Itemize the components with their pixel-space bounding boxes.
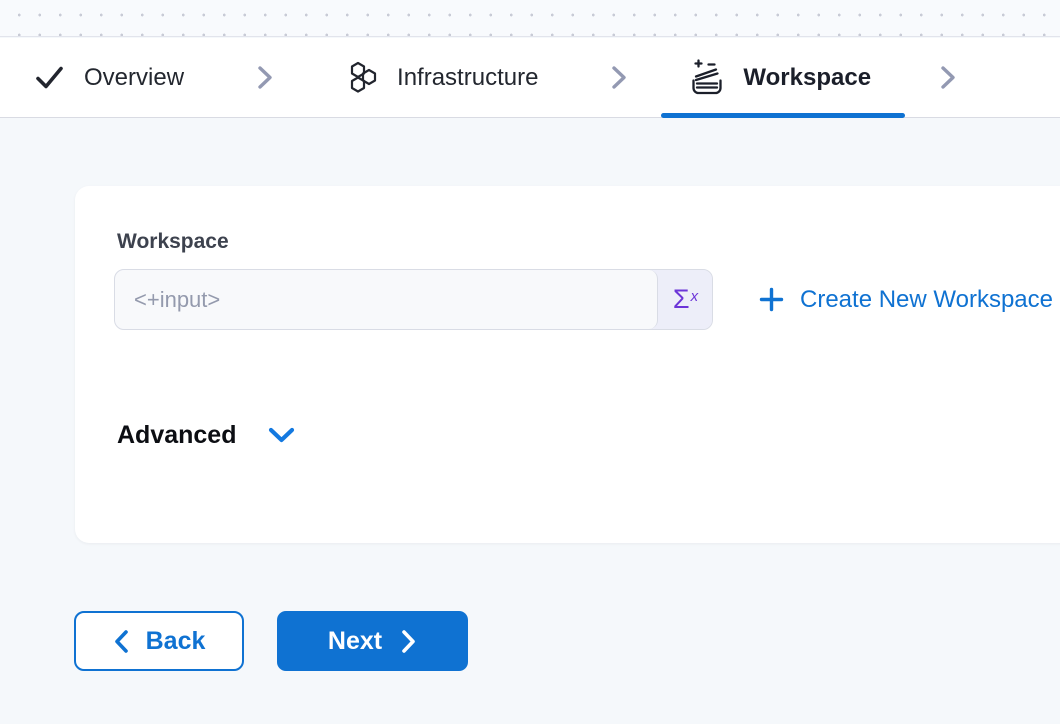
active-tab-underline <box>661 113 905 118</box>
next-label: Next <box>328 627 382 656</box>
chevron-right-icon <box>935 64 960 91</box>
create-new-workspace-link[interactable]: Create New Workspace <box>758 269 1053 330</box>
workspace-form-card: Workspace Σx Create New Workspace Advanc… <box>75 186 1060 543</box>
stack-icon <box>689 59 725 97</box>
wizard-step-bar: Overview Infrastructure <box>0 38 1060 118</box>
plus-icon <box>758 286 785 313</box>
workspace-input-group: Σx <box>114 269 713 330</box>
advanced-label: Advanced <box>117 421 236 450</box>
back-button[interactable]: Back <box>74 611 244 671</box>
chevron-right-icon <box>606 64 631 91</box>
chevron-right-icon <box>252 64 277 91</box>
tab-label: Infrastructure <box>397 64 538 92</box>
canvas-dot-grid <box>0 0 1060 37</box>
next-button[interactable]: Next <box>277 611 468 671</box>
create-new-workspace-label: Create New Workspace <box>800 286 1053 314</box>
advanced-toggle[interactable]: Advanced <box>117 421 297 450</box>
chevron-down-icon <box>266 425 297 446</box>
tab-infrastructure[interactable]: Infrastructure <box>307 38 576 117</box>
chevron-left-icon <box>113 628 130 655</box>
chevron-right-icon <box>400 628 417 655</box>
sigma-icon: Σ <box>673 284 690 315</box>
workspace-input[interactable] <box>115 270 658 329</box>
check-icon <box>33 61 66 94</box>
workspace-field-label: Workspace <box>117 230 229 254</box>
hexagons-icon <box>345 60 379 96</box>
tab-label: Overview <box>84 64 184 92</box>
formula-button[interactable]: Σx <box>658 270 712 329</box>
back-label: Back <box>146 627 206 656</box>
tab-workspace[interactable]: Workspace <box>661 38 905 117</box>
tab-label: Workspace <box>743 64 871 92</box>
tab-overview[interactable]: Overview <box>0 38 222 117</box>
